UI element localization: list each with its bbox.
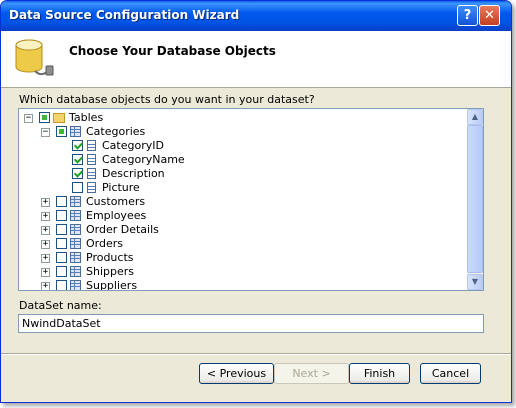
table-checkbox[interactable] <box>56 280 67 290</box>
next-button[interactable]: Next > <box>274 363 349 384</box>
wizard-header: Choose Your Database Objects <box>1 31 511 88</box>
scroll-down-button[interactable]: ▼ <box>467 274 483 290</box>
question-mark-icon: ? <box>463 8 472 23</box>
cancel-button[interactable]: Cancel <box>420 363 481 384</box>
expand-icon[interactable]: + <box>41 212 50 221</box>
footer-divider <box>1 353 511 355</box>
tree-node-label: Tables <box>69 111 104 124</box>
expand-icon[interactable]: + <box>41 226 50 235</box>
expand-icon[interactable]: + <box>41 268 50 277</box>
close-icon: ✕ <box>484 8 495 23</box>
dataset-name-input[interactable] <box>18 314 484 333</box>
column-icon <box>87 182 96 193</box>
table-checkbox[interactable] <box>56 196 67 207</box>
column-icon <box>87 154 96 165</box>
wizard-window: Data Source Configuration Wizard ? ✕ Cho… <box>0 0 512 403</box>
tree-node-label: Products <box>86 251 134 264</box>
tree-node-label: Description <box>102 167 165 180</box>
table-icon <box>70 266 81 277</box>
field-checkbox[interactable] <box>72 154 83 165</box>
collapse-icon[interactable]: − <box>41 128 50 137</box>
table-icon <box>70 238 81 249</box>
table-icon <box>70 224 81 235</box>
expand-icon[interactable]: + <box>41 254 50 263</box>
field-checkbox[interactable] <box>72 168 83 179</box>
tree-node-label: Order Details <box>86 223 159 236</box>
expand-icon[interactable]: + <box>41 240 50 249</box>
database-objects-tree[interactable]: − Tables − Categories CategoryID Categor… <box>18 108 484 291</box>
expand-icon[interactable]: + <box>41 198 50 207</box>
table-icon <box>70 252 81 263</box>
expand-icon[interactable]: + <box>41 282 50 290</box>
table-icon <box>70 210 81 221</box>
tree-node-label: CategoryID <box>102 139 164 152</box>
chevron-up-icon: ▲ <box>471 112 479 121</box>
page-title: Choose Your Database Objects <box>69 44 276 58</box>
table-icon <box>70 280 81 290</box>
help-button[interactable]: ? <box>457 5 478 26</box>
categories-checkbox[interactable] <box>56 126 67 137</box>
close-button[interactable]: ✕ <box>479 5 500 26</box>
column-icon <box>87 168 96 179</box>
tables-checkbox[interactable] <box>39 112 50 123</box>
finish-button[interactable]: Finish <box>349 363 410 384</box>
table-checkbox[interactable] <box>56 210 67 221</box>
tree-node-label: Orders <box>86 237 123 250</box>
objects-prompt: Which database objects do you want in yo… <box>19 93 315 106</box>
table-checkbox[interactable] <box>56 252 67 263</box>
scroll-up-button[interactable]: ▲ <box>467 109 483 125</box>
tree-node-label: CategoryName <box>102 153 185 166</box>
window-title: Data Source Configuration Wizard <box>9 8 240 22</box>
field-checkbox[interactable] <box>72 140 83 151</box>
table-checkbox[interactable] <box>56 266 67 277</box>
table-icon <box>70 196 81 207</box>
tables-folder-icon <box>53 113 65 123</box>
column-icon <box>87 140 96 151</box>
chevron-down-icon: ▼ <box>471 277 479 286</box>
tree-node-label: Customers <box>86 195 146 208</box>
database-icon <box>15 39 54 76</box>
collapse-icon[interactable]: − <box>24 114 33 123</box>
tree-node-label: Categories <box>86 125 146 138</box>
previous-button[interactable]: < Previous <box>199 363 274 384</box>
table-icon <box>70 126 81 137</box>
title-bar[interactable]: Data Source Configuration Wizard ? ✕ <box>1 1 511 31</box>
table-checkbox[interactable] <box>56 238 67 249</box>
tree-node-label: Picture <box>102 181 140 194</box>
tree-node-label: Employees <box>86 209 147 222</box>
tree-scrollbar[interactable]: ▲ ▼ <box>467 109 483 290</box>
field-checkbox[interactable] <box>72 182 83 193</box>
tree-node-label: Suppliers <box>86 279 138 291</box>
tree-node-label: Shippers <box>86 265 134 278</box>
dataset-name-label: DataSet name: <box>19 299 102 312</box>
table-checkbox[interactable] <box>56 224 67 235</box>
scroll-thumb[interactable] <box>467 125 483 273</box>
